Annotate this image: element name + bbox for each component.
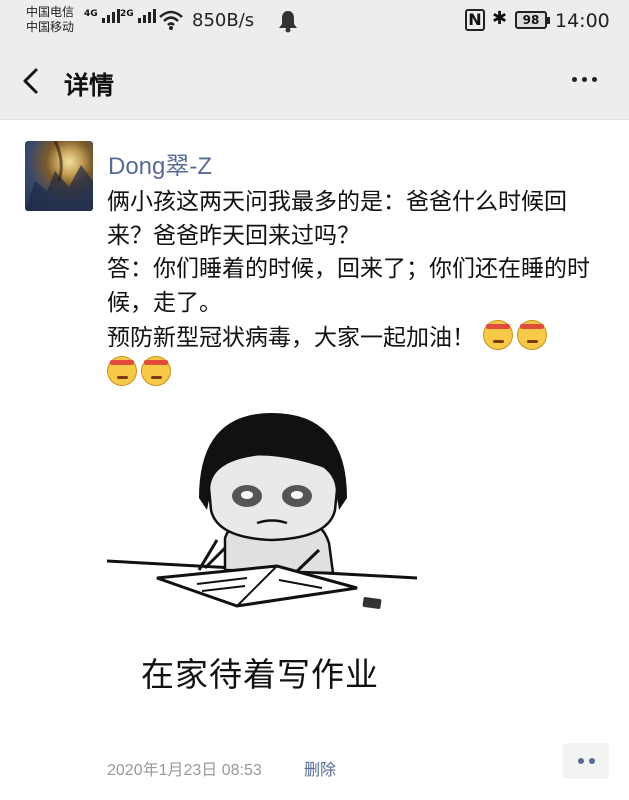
meme-illustration	[106, 413, 418, 609]
signal-icon: 2G	[120, 9, 156, 23]
head-bandage-emoji	[517, 320, 547, 350]
username[interactable]: Dong翠-Z	[108, 146, 212, 181]
network-type-2: 2G	[120, 9, 134, 19]
carrier-2: 中国移动	[26, 20, 75, 34]
head-bandage-emoji	[107, 355, 137, 386]
delete-button[interactable]: 删除	[304, 756, 336, 780]
wifi-icon	[159, 10, 183, 30]
nfc-icon: N	[465, 9, 485, 31]
meme-image[interactable]: 在家待着写作业	[106, 398, 427, 718]
post-timestamp: 2020年1月23日 08:53	[107, 762, 262, 779]
battery-icon: 98	[515, 11, 550, 29]
signal-icon: 4G	[84, 9, 120, 23]
carrier-1: 中国电信	[26, 5, 75, 19]
bluetooth-icon: ✱	[492, 8, 508, 29]
notification-bell-icon	[279, 11, 297, 33]
clock: 14:00	[555, 10, 610, 32]
head-bandage-emoji	[483, 320, 513, 350]
network-type-1: 4G	[84, 9, 98, 19]
nav-bar: 详情	[0, 44, 629, 120]
head-bandage-emoji	[141, 355, 171, 386]
chevron-left-icon[interactable]	[18, 66, 48, 96]
more-icon[interactable]	[572, 77, 597, 82]
post-text: 俩小孩这两天问我最多的是：爸爸什么时候回来？爸爸昨天回来过吗？ 答：你们睡着的时…	[107, 186, 607, 391]
meme-caption: 在家待着写作业	[141, 655, 379, 694]
page-title: 详情	[64, 71, 115, 100]
avatar[interactable]	[25, 141, 93, 211]
comment-button[interactable]	[563, 743, 609, 779]
network-speed: 850B/s	[192, 10, 255, 31]
post-body: 俩小孩这两天问我最多的是：爸爸什么时候回来？爸爸昨天回来过吗？ 答：你们睡着的时…	[107, 189, 590, 351]
status-bar: 中国电信 中国移动 4G 2G 850B/s N ✱ 98 14:00	[0, 0, 629, 44]
carrier-names: 中国电信 中国移动	[26, 5, 74, 35]
